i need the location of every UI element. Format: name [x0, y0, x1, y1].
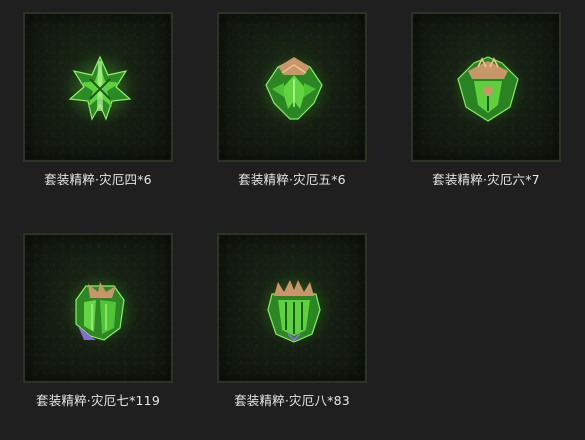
- set-essence-calamity-4-icon: [62, 51, 138, 127]
- item-label: 套装精粹·灾厄四*6: [44, 172, 152, 187]
- item-slot[interactable]: [411, 12, 561, 162]
- set-essence-calamity-7-icon: [62, 272, 138, 348]
- item-slot[interactable]: [217, 12, 367, 162]
- set-essence-calamity-5-icon: [256, 51, 332, 127]
- item-label: 套装精粹·灾厄五*6: [238, 172, 346, 187]
- set-essence-calamity-8-icon: [256, 272, 332, 348]
- item-card[interactable]: 套装精粹·灾厄七*119: [13, 233, 183, 433]
- item-slot[interactable]: [23, 233, 173, 383]
- item-label: 套装精粹·灾厄七*119: [36, 393, 160, 408]
- item-card[interactable]: 套装精粹·灾厄八*83: [207, 233, 377, 433]
- item-slot[interactable]: [23, 12, 173, 162]
- item-grid: 套装精粹·灾厄四*6 套装精粹·灾厄五*6 套装精粹·灾厄六*7 套装精粹·灾厄…: [0, 0, 585, 440]
- item-slot[interactable]: [217, 233, 367, 383]
- item-label: 套装精粹·灾厄八*83: [234, 393, 350, 408]
- item-card[interactable]: 套装精粹·灾厄四*6: [13, 12, 183, 212]
- item-card[interactable]: 套装精粹·灾厄六*7: [401, 12, 571, 212]
- item-label: 套装精粹·灾厄六*7: [432, 172, 540, 187]
- set-essence-calamity-6-icon: [450, 51, 526, 127]
- item-card[interactable]: 套装精粹·灾厄五*6: [207, 12, 377, 212]
